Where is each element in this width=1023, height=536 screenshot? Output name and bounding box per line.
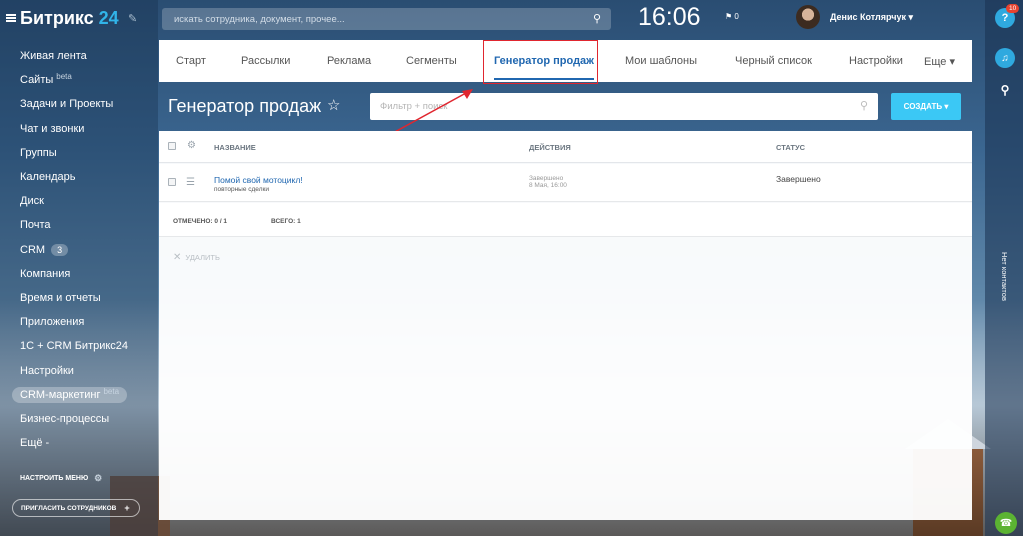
action-state: Завершено bbox=[529, 175, 564, 182]
tab-more[interactable]: Еще ▾ bbox=[924, 55, 955, 68]
sidebar-item[interactable]: Календарь bbox=[20, 165, 128, 189]
sidebar-item-more[interactable]: Ещё - bbox=[20, 431, 128, 455]
create-button[interactable]: СОЗДАТЬ ▾ bbox=[891, 93, 961, 120]
clock[interactable]: 16:06 bbox=[638, 3, 701, 32]
tab-ads[interactable]: Реклама bbox=[327, 55, 371, 67]
status-text: Завершено bbox=[776, 174, 821, 184]
global-search: ⚲ bbox=[162, 8, 611, 30]
sidebar-item[interactable]: Чат и звонки bbox=[20, 117, 128, 141]
sidebar-item[interactable]: Задачи и Проекты bbox=[20, 92, 128, 116]
phone-icon[interactable]: ☎ bbox=[995, 512, 1017, 534]
no-contacts-label: Нет контактов bbox=[1000, 252, 1009, 301]
row-menu-icon[interactable]: ☰ bbox=[186, 177, 195, 188]
sidebar-item[interactable]: Почта bbox=[20, 213, 128, 237]
select-all-checkbox[interactable] bbox=[168, 142, 176, 150]
campaign-name-link[interactable]: Помой свой мотоцикл! bbox=[214, 175, 303, 185]
delete-button[interactable]: ✕ УДАЛИТЬ bbox=[173, 252, 220, 263]
sidebar-item[interactable]: Настройки bbox=[20, 358, 128, 382]
search-icon[interactable]: ⚲ bbox=[860, 99, 868, 112]
annotation-highlight-box bbox=[483, 40, 598, 84]
menu-burger-icon[interactable] bbox=[6, 14, 16, 22]
campaign-grid: ⚙ НАЗВАНИЕ ДЕЙСТВИЯ СТАТУС ☰ Помой свой … bbox=[159, 131, 972, 520]
total-count: ВСЕГО: 1 bbox=[271, 218, 301, 225]
tab-settings[interactable]: Настройки bbox=[849, 55, 903, 67]
grid-footer: ОТМЕЧЕНО: 0 / 1 ВСЕГО: 1 bbox=[159, 203, 972, 237]
table-row[interactable]: ☰ Помой свой мотоцикл! повторные сделки … bbox=[159, 164, 972, 202]
logo-name: Битрикс bbox=[20, 7, 94, 28]
column-header-status[interactable]: СТАТУС bbox=[776, 143, 805, 152]
plus-icon: + bbox=[124, 503, 130, 513]
favorite-star-icon[interactable]: ☆ bbox=[327, 96, 340, 114]
action-date: 8 Мая, 16:00 bbox=[529, 182, 567, 189]
sidebar-item[interactable]: Компания bbox=[20, 262, 128, 286]
help-count-badge: 10 bbox=[1006, 4, 1020, 13]
sidebar-item[interactable]: Бизнес-процессы bbox=[20, 407, 128, 431]
sidebar-item[interactable]: Живая лента bbox=[20, 44, 128, 68]
global-search-input[interactable] bbox=[174, 13, 574, 25]
invite-employees-button[interactable]: ПРИГЛАСИТЬ СОТРУДНИКОВ + bbox=[12, 499, 140, 517]
sidebar-item[interactable]: Диск bbox=[20, 189, 128, 213]
sidebar-item[interactable]: Время и отчеты bbox=[20, 286, 128, 310]
row-checkbox[interactable] bbox=[168, 178, 176, 186]
tab-mailings[interactable]: Рассылки bbox=[241, 55, 290, 67]
sidebar-item[interactable]: Сайты beta bbox=[20, 68, 128, 92]
edit-pencil-icon[interactable]: ✎ bbox=[128, 12, 137, 25]
column-header-actions[interactable]: ДЕЙСТВИЯ bbox=[529, 143, 571, 152]
tab-blacklist[interactable]: Черный список bbox=[735, 55, 812, 67]
selected-count: ОТМЕЧЕНО: 0 / 1 bbox=[173, 218, 228, 225]
page-title: Генератор продаж bbox=[168, 96, 322, 116]
grid-header: ⚙ НАЗВАНИЕ ДЕЙСТВИЯ СТАТУС bbox=[159, 131, 972, 163]
filter-search-input[interactable] bbox=[380, 101, 830, 112]
crm-count-badge: 3 bbox=[51, 243, 69, 256]
flag-counter[interactable]: ⚑ 0 bbox=[725, 12, 739, 21]
search-icon[interactable]: ⚲ bbox=[593, 12, 601, 25]
notifications-bell-icon[interactable]: ♫ bbox=[995, 48, 1015, 68]
sidebar-item-crm-marketing[interactable]: CRM-маркетинг beta bbox=[12, 383, 128, 407]
left-sidebar: Битрикс 24 ✎ Живая лента Сайты beta Задач… bbox=[0, 0, 158, 536]
sidebar-item[interactable]: Группы bbox=[20, 141, 128, 165]
tab-segments[interactable]: Сегменты bbox=[406, 55, 457, 67]
column-header-name[interactable]: НАЗВАНИЕ bbox=[214, 143, 256, 152]
sidebar-item[interactable]: 1С + CRM Битрикс24 bbox=[20, 334, 128, 358]
sidebar-menu: Живая лента Сайты beta Задачи и Проекты Ч… bbox=[12, 44, 128, 455]
user-menu[interactable]: Денис Котлярчук ▾ bbox=[830, 12, 913, 23]
close-icon: ✕ bbox=[173, 252, 182, 263]
tab-start[interactable]: Старт bbox=[176, 55, 206, 67]
campaign-subtitle: повторные сделки bbox=[214, 186, 269, 193]
grid-settings-gear-icon[interactable]: ⚙ bbox=[187, 140, 196, 151]
avatar[interactable] bbox=[796, 5, 820, 29]
gear-icon: ⚙ bbox=[94, 473, 103, 483]
setup-menu-link[interactable]: НАСТРОИТЬ МЕНЮ ⚙ bbox=[20, 473, 102, 484]
sidebar-item-crm[interactable]: CRM 3 bbox=[20, 238, 128, 262]
contacts-search-icon[interactable]: ⚲ bbox=[995, 80, 1015, 100]
tab-my-templates[interactable]: Мои шаблоны bbox=[625, 55, 697, 67]
sidebar-item[interactable]: Приложения bbox=[20, 310, 128, 334]
logo[interactable]: Битрикс 24 bbox=[6, 8, 119, 28]
filter-search: ⚲ bbox=[370, 93, 878, 120]
logo-number: 24 bbox=[98, 7, 119, 28]
